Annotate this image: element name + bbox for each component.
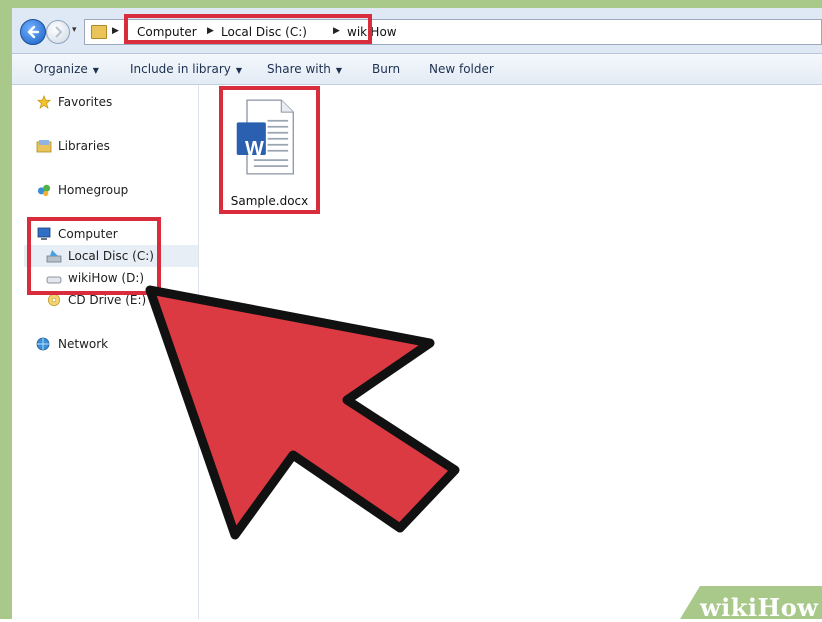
watermark-wiki: wiki (700, 593, 758, 622)
watermark-background (680, 586, 822, 619)
watermark-logo: wikiHow (700, 593, 818, 622)
watermark-how: How (757, 593, 819, 622)
